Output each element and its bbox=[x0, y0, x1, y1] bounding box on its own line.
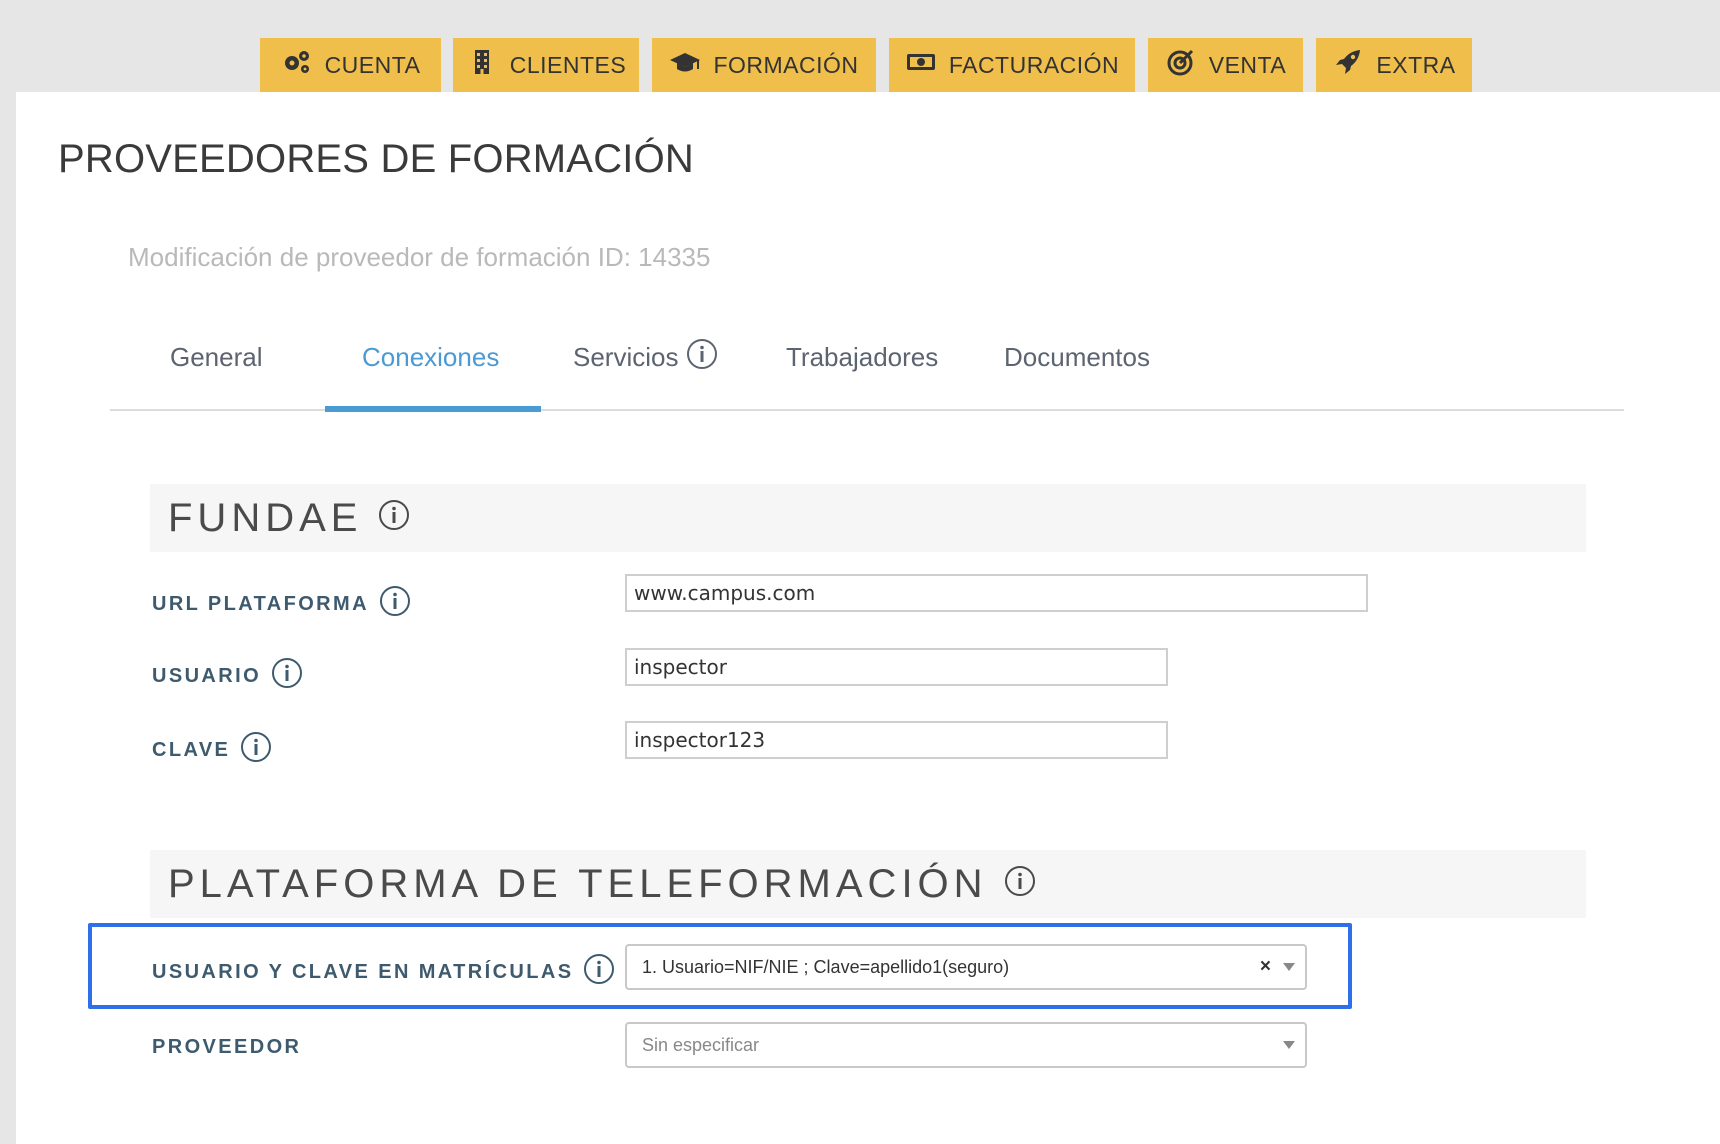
nav-formacion-button[interactable]: FORMACIÓN bbox=[652, 38, 876, 92]
info-icon[interactable] bbox=[378, 496, 410, 541]
select-placeholder: Sin especificar bbox=[642, 1034, 760, 1055]
active-tab-indicator bbox=[325, 406, 541, 412]
usuario-clave-matriculas-select[interactable]: 1. Usuario=NIF/NIE ; Clave=apellido1(seg… bbox=[625, 944, 1307, 990]
money-bill-icon bbox=[905, 48, 937, 82]
tab-label: Trabajadores bbox=[786, 342, 939, 372]
proveedor-select[interactable]: Sin especificar bbox=[625, 1022, 1307, 1068]
url-plataforma-input[interactable]: www.campus.com bbox=[625, 574, 1368, 612]
input-value: inspector123 bbox=[634, 728, 766, 752]
tab-servicios[interactable]: Servicios bbox=[573, 330, 718, 410]
tab-label: Servicios bbox=[573, 342, 679, 372]
usuario-clave-matriculas-label: USUARIO Y CLAVE EN MATRÍCULAS bbox=[152, 953, 615, 991]
top-navigation: CUENTA CLIENTES FORMACIÓN FACTURACIÓN VE… bbox=[0, 38, 1720, 92]
nav-item-label: FORMACIÓN bbox=[713, 51, 859, 78]
tab-documentos[interactable]: Documentos bbox=[1004, 330, 1150, 410]
nav-item-label: CUENTA bbox=[324, 51, 421, 78]
nav-item-label: CLIENTES bbox=[509, 51, 627, 78]
usuario-label: USUARIO bbox=[152, 657, 303, 695]
field-label-text: URL PLATAFORMA bbox=[152, 592, 369, 615]
usuario-input[interactable]: inspector bbox=[625, 648, 1168, 686]
tab-trabajadores[interactable]: Trabajadores bbox=[786, 330, 938, 410]
building-icon bbox=[466, 48, 498, 82]
input-value: inspector bbox=[634, 655, 727, 679]
nav-cuenta-button[interactable]: CUENTA bbox=[260, 38, 441, 92]
tab-label: General bbox=[170, 342, 263, 372]
section-title: PLATAFORMA DE TELEFORMACIÓN bbox=[168, 861, 988, 906]
nav-facturacion-button[interactable]: FACTURACIÓN bbox=[889, 38, 1135, 92]
nav-extra-button[interactable]: EXTRA bbox=[1316, 38, 1472, 92]
chevron-down-icon[interactable] bbox=[1283, 1041, 1295, 1049]
clave-input[interactable]: inspector123 bbox=[625, 721, 1168, 759]
selected-value: 1. Usuario=NIF/NIE ; Clave=apellido1(seg… bbox=[642, 956, 1010, 977]
section-title: FUNDAE bbox=[168, 495, 363, 540]
tab-label: Conexiones bbox=[362, 342, 500, 372]
field-label-text: USUARIO Y CLAVE EN MATRÍCULAS bbox=[152, 960, 574, 983]
clave-label: CLAVE bbox=[152, 731, 272, 769]
nav-clientes-button[interactable]: CLIENTES bbox=[453, 38, 639, 92]
info-icon[interactable] bbox=[271, 657, 303, 695]
gears-icon bbox=[281, 48, 313, 82]
teleformacion-section-header: PLATAFORMA DE TELEFORMACIÓN bbox=[150, 850, 1586, 918]
rocket-icon bbox=[1332, 48, 1364, 82]
info-icon[interactable] bbox=[1004, 862, 1036, 907]
info-icon[interactable] bbox=[379, 585, 411, 623]
chevron-down-icon[interactable] bbox=[1283, 963, 1295, 971]
info-icon[interactable] bbox=[686, 338, 718, 377]
tab-conexiones[interactable]: Conexiones bbox=[362, 330, 499, 410]
field-label-text: CLAVE bbox=[152, 738, 231, 761]
field-label-text: USUARIO bbox=[152, 664, 262, 687]
nav-item-label: EXTRA bbox=[1376, 51, 1456, 78]
nav-venta-button[interactable]: VENTA bbox=[1148, 38, 1303, 92]
tab-label: Documentos bbox=[1004, 342, 1150, 372]
graduation-cap-icon bbox=[669, 48, 701, 82]
clear-selection-icon[interactable]: × bbox=[1260, 956, 1271, 978]
info-icon[interactable] bbox=[240, 731, 272, 769]
field-label-text: PROVEEDOR bbox=[152, 1036, 302, 1058]
fundae-section-header: FUNDAE bbox=[150, 484, 1586, 552]
tab-general[interactable]: General bbox=[170, 330, 263, 410]
nav-item-label: FACTURACIÓN bbox=[948, 51, 1120, 78]
proveedor-label: PROVEEDOR bbox=[152, 1036, 301, 1059]
target-icon bbox=[1165, 48, 1197, 82]
page-title: PROVEEDORES DE FORMACIÓN bbox=[58, 137, 694, 181]
page-subtitle: Modificación de proveedor de formación I… bbox=[128, 242, 711, 272]
url-plataforma-label: URL PLATAFORMA bbox=[152, 585, 411, 623]
nav-item-label: VENTA bbox=[1208, 51, 1287, 78]
info-icon[interactable] bbox=[583, 953, 615, 991]
tab-bar: General Conexiones Servicios Trabajadore… bbox=[110, 330, 1624, 410]
input-value: www.campus.com bbox=[634, 581, 816, 605]
